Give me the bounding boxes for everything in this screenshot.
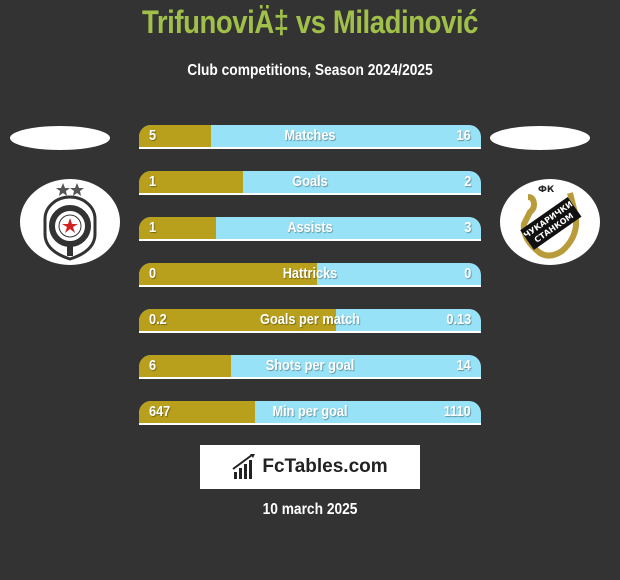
stat-left-value: 5 (149, 127, 157, 144)
cukaricki-crest-icon: ФК ЧУКАРИЧКИ СТАНКОМ (520, 185, 582, 259)
left-player-oval (10, 126, 110, 150)
right-team-logo: ФК ЧУКАРИЧКИ СТАНКОМ (500, 179, 600, 265)
right-player-oval (490, 126, 590, 150)
stat-label: Matches (284, 127, 336, 144)
svg-text:ФК: ФК (538, 185, 555, 195)
stat-label: Goals per match (260, 311, 360, 328)
stat-label: Hattricks (282, 265, 338, 282)
stat-left-value: 1 (149, 173, 157, 190)
partizan-crest-icon (43, 183, 97, 261)
stat-left-value: 0 (149, 265, 157, 282)
page-subtitle: Club competitions, Season 2024/2025 (187, 62, 433, 79)
left-team-logo (20, 179, 120, 265)
stat-label: Shots per goal (265, 357, 355, 374)
stat-bar-hattricks: 0 Hattricks 0 (139, 263, 481, 287)
stat-bar-matches: 5 Matches 16 (139, 125, 481, 149)
stat-bar-goals-per-match: 0.2 Goals per match 0.13 (139, 309, 481, 333)
stat-right-value: 14 (456, 357, 471, 374)
bar-chart-icon (232, 454, 256, 479)
stat-right-value: 1110 (444, 403, 471, 420)
stat-right-value: 2 (463, 173, 471, 190)
stat-bar-shots-per-goal: 6 Shots per goal 14 (139, 355, 481, 379)
stat-label: Assists (287, 219, 333, 236)
stat-left-value: 1 (149, 219, 157, 236)
stat-label: Goals (292, 173, 328, 190)
page-title: TrifunoviÄ‡ vs Miladinović (142, 4, 478, 40)
stat-label: Min per goal (272, 403, 348, 420)
stat-bar-min-per-goal: 647 Min per goal 1110 (139, 401, 481, 425)
stat-bar-goals: 1 Goals 2 (139, 171, 481, 195)
fctables-brand[interactable]: FcTables.com (200, 445, 420, 489)
stat-bar-assists: 1 Assists 3 (139, 217, 481, 241)
stat-right-value: 0.13 (446, 311, 471, 328)
stat-right-value: 16 (456, 127, 471, 144)
stat-left-value: 6 (149, 357, 157, 374)
stat-right-value: 0 (463, 265, 471, 282)
stat-right-value: 3 (463, 219, 471, 236)
match-date: 10 march 2025 (262, 501, 358, 518)
brand-name: FcTables.com (262, 456, 388, 477)
